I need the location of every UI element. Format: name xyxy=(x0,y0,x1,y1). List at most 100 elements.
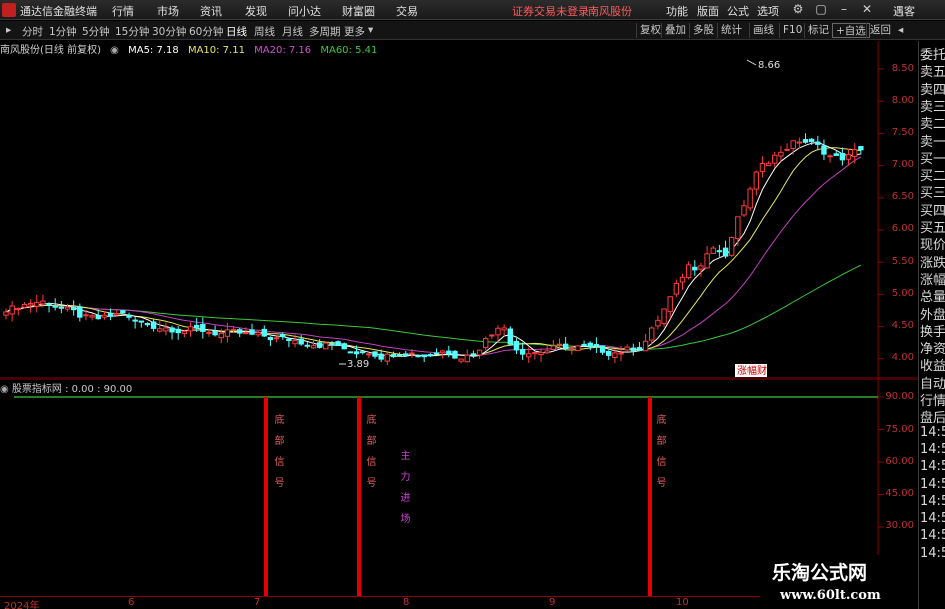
menu-gongshi[interactable]: 公式 xyxy=(727,3,749,19)
tab-15min[interactable]: 15分钟 xyxy=(115,24,149,39)
candle-body xyxy=(476,349,483,356)
candle-body xyxy=(852,149,858,157)
tab-multi-period[interactable]: 多周期 xyxy=(309,24,341,39)
side-panel-item[interactable]: 委托 xyxy=(920,44,945,63)
tab-daily[interactable]: 日线 xyxy=(226,24,247,39)
indicator-tick: 60.00 xyxy=(885,456,914,467)
side-panel-item[interactable]: 买三 xyxy=(920,182,945,201)
candle-body xyxy=(378,353,384,360)
side-panel-item[interactable]: 换手 xyxy=(920,321,945,340)
tab-fenshi[interactable]: 分时 xyxy=(22,24,43,39)
side-panel-item[interactable]: 买二 xyxy=(920,165,945,184)
settings-dot-icon[interactable]: ◉ xyxy=(110,45,119,56)
candle-body xyxy=(89,315,95,318)
candle-body xyxy=(673,282,680,295)
side-panel-item[interactable]: 净资 xyxy=(920,338,945,357)
stock-title: 南风股份(日线 前复权) xyxy=(0,45,101,56)
date-tick: 6 xyxy=(128,597,135,608)
side-panel-item[interactable]: 14:5 xyxy=(920,425,945,440)
signal-bar xyxy=(264,397,268,596)
menu-gongneng[interactable]: 功能 xyxy=(666,3,688,19)
candle-body xyxy=(353,351,360,355)
settings-icon[interactable]: ⚙ xyxy=(790,1,806,17)
side-panel-item[interactable]: 买五 xyxy=(920,217,945,236)
side-panel-item[interactable]: 现价 xyxy=(920,234,945,253)
candle-body xyxy=(15,308,22,311)
minimize-icon[interactable]: – xyxy=(836,1,852,17)
side-panel-item[interactable]: 外盘 xyxy=(920,304,945,323)
side-panel-item[interactable]: 总量 xyxy=(920,286,945,305)
side-panel-item[interactable]: 盘后 xyxy=(920,407,945,426)
side-panel-item[interactable]: 14:5 xyxy=(920,459,945,474)
side-panel-item[interactable]: 卖五 xyxy=(920,61,945,80)
price-tick: 5.00 xyxy=(891,288,914,299)
candle-body xyxy=(200,323,206,332)
btn-f10[interactable]: F10 xyxy=(779,23,805,38)
candle-body xyxy=(298,338,304,345)
menu-guest[interactable]: 遇客 xyxy=(893,3,915,19)
candle-body xyxy=(169,327,175,333)
date-tick: 10 xyxy=(676,597,689,608)
window-min-icon[interactable]: ▢ xyxy=(813,1,829,17)
candle-body xyxy=(323,342,329,350)
menu-banmian[interactable]: 版面 xyxy=(697,3,719,19)
login-notice[interactable]: 证券交易未登录 xyxy=(512,3,589,19)
side-panel-item[interactable]: 14:5 xyxy=(920,442,945,457)
tab-1min[interactable]: 1分钟 xyxy=(49,24,77,39)
side-panel-item[interactable]: 行情 xyxy=(920,390,945,409)
side-panel-item[interactable]: 自动 xyxy=(920,373,945,392)
side-panel-item[interactable]: 卖四 xyxy=(920,79,945,98)
tab-5min[interactable]: 5分钟 xyxy=(82,24,110,39)
signal-label-bottom: 底部信号 xyxy=(364,414,375,498)
collapse-icon[interactable]: ▸ xyxy=(6,24,11,36)
tab-60min[interactable]: 60分钟 xyxy=(189,24,223,39)
side-panel-item[interactable]: 买一 xyxy=(920,148,945,167)
side-panel-item[interactable]: 14:5 xyxy=(920,494,945,509)
btn-fanhui[interactable]: 返回 xyxy=(866,23,894,38)
btn-duogu[interactable]: 多股 xyxy=(689,23,717,38)
candle-body xyxy=(366,353,372,356)
side-panel-item[interactable]: 卖一 xyxy=(920,131,945,150)
side-panel-item[interactable]: 14:5 xyxy=(920,546,945,561)
side-panel-item[interactable]: 14:5 xyxy=(920,528,945,543)
period-toolbar: ▸ 分时 1分钟 5分钟 15分钟 30分钟 60分钟 日线 周线 月线 多周期… xyxy=(0,21,945,40)
menu-xuanxiang[interactable]: 选项 xyxy=(757,3,779,19)
menu-shichang[interactable]: 市场 xyxy=(157,3,179,19)
close-icon[interactable]: ✕ xyxy=(859,1,875,17)
indicator-dot-icon[interactable]: ◉ xyxy=(0,384,12,395)
menu-hangqing[interactable]: 行情 xyxy=(112,3,134,19)
menu-jiaoyi[interactable]: 交易 xyxy=(396,3,418,19)
panel-toggle-icon[interactable]: ◂ xyxy=(895,23,906,38)
btn-add-watchlist[interactable]: +自选 xyxy=(832,23,870,38)
candle-body xyxy=(126,314,132,318)
candle-body xyxy=(778,151,784,157)
candle-body xyxy=(827,155,833,158)
more-arrow-icon[interactable]: ▾ xyxy=(368,24,373,36)
tab-more[interactable]: 更多 xyxy=(344,24,365,39)
btn-biaoji[interactable]: 标记 xyxy=(804,23,832,38)
tab-weekly[interactable]: 周线 xyxy=(254,24,275,39)
candle-body xyxy=(243,332,249,335)
btn-huaxian[interactable]: 画线 xyxy=(749,23,777,38)
menu-wenxiaoda[interactable]: 问小达 xyxy=(288,3,321,19)
menu-zixun[interactable]: 资讯 xyxy=(200,3,222,19)
tab-monthly[interactable]: 月线 xyxy=(282,24,303,39)
kline-chart[interactable]: 8.66 3.89 涨幅财 xyxy=(0,41,918,379)
side-panel-item[interactable]: 14:5 xyxy=(920,477,945,492)
menu-faxian[interactable]: 发现 xyxy=(245,3,267,19)
side-panel-item[interactable]: 收益 xyxy=(920,355,945,374)
side-panel-item[interactable]: 卖二 xyxy=(920,113,945,132)
side-panel-item[interactable]: 14:5 xyxy=(920,511,945,526)
indicator-tick: 90.00 xyxy=(885,391,914,402)
price-tick: 5.50 xyxy=(891,256,914,267)
side-panel-item[interactable]: 卖三 xyxy=(920,96,945,115)
ma10-value: MA10: 7.11 xyxy=(187,45,245,56)
btn-diejia[interactable]: 叠加 xyxy=(661,23,689,38)
menu-caifuquan[interactable]: 财富圈 xyxy=(342,3,375,19)
tab-30min[interactable]: 30分钟 xyxy=(152,24,186,39)
side-panel-item[interactable]: 涨幅 xyxy=(920,269,945,288)
btn-fuquan[interactable]: 复权 xyxy=(636,23,664,38)
side-panel-item[interactable]: 涨跌 xyxy=(920,252,945,271)
btn-tongji[interactable]: 统计 xyxy=(717,23,745,38)
side-panel-item[interactable]: 买四 xyxy=(920,200,945,219)
